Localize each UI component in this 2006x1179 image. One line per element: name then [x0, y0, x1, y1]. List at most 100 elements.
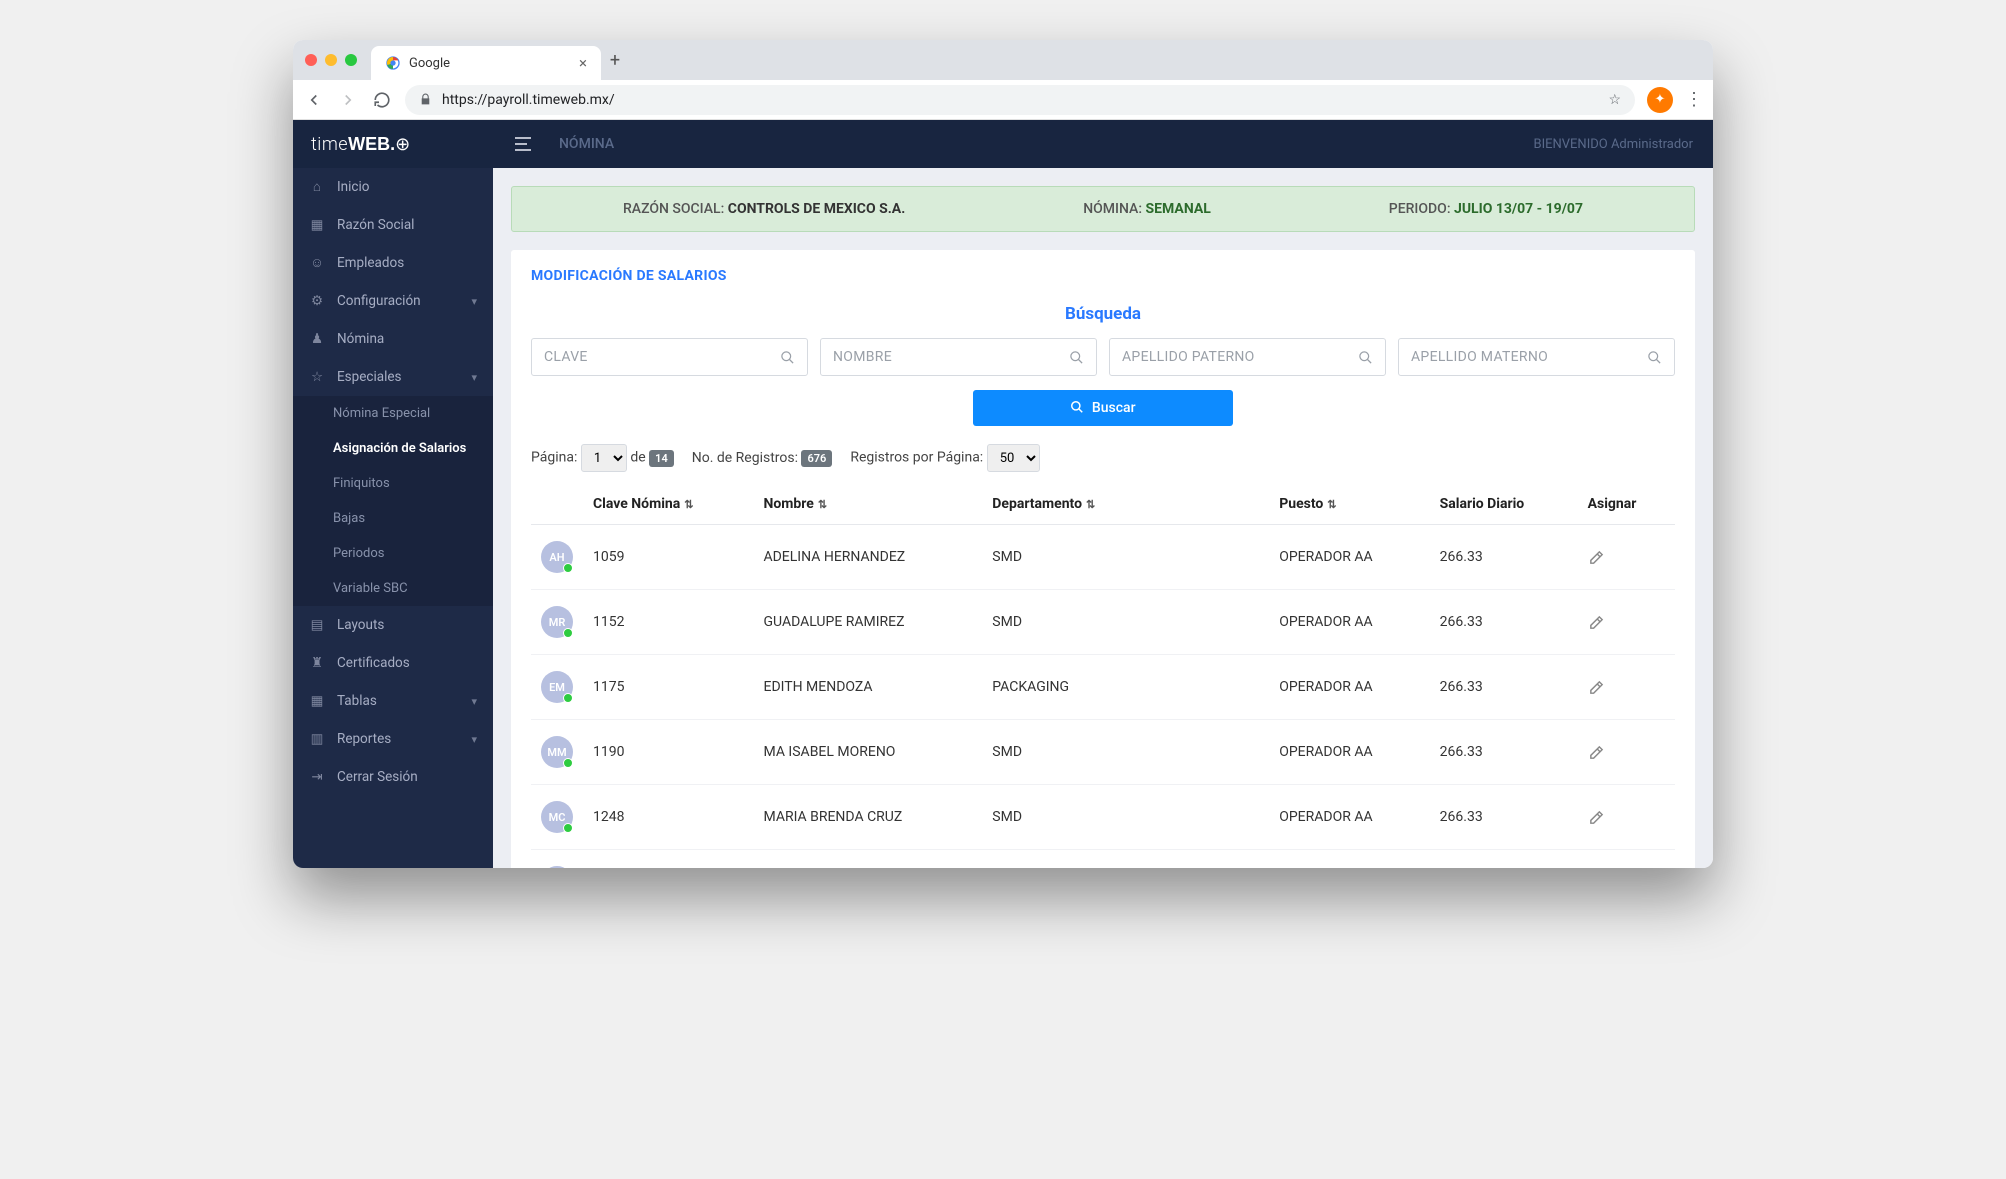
col-nombre[interactable]: Nombre⇅ [753, 484, 982, 525]
pagination-controls: Página: 1 de 14 No. de Registros: 676 Re… [531, 444, 1675, 472]
close-window-button[interactable] [305, 54, 317, 66]
banner-nomina-label: NÓMINA: [1083, 201, 1142, 217]
col-puesto[interactable]: Puesto⇅ [1269, 484, 1429, 525]
sidebar-item-inicio[interactable]: ⌂Inicio [293, 168, 493, 206]
breadcrumb: NÓMINA [559, 136, 614, 152]
search-materno-input[interactable] [1411, 349, 1647, 365]
sidebar-item-tablas[interactable]: ▦Tablas▾ [293, 682, 493, 720]
banner-nomina-value[interactable]: SEMANAL [1146, 201, 1211, 217]
search-nombre-wrap [820, 338, 1097, 376]
cell-depto: SMD [982, 720, 1269, 785]
search-title: Búsqueda [531, 304, 1675, 324]
edit-icon[interactable] [1588, 614, 1665, 631]
new-tab-button[interactable]: + [601, 50, 629, 71]
minimize-window-button[interactable] [325, 54, 337, 66]
search-paterno-input[interactable] [1122, 349, 1358, 365]
col-depto[interactable]: Departamento⇅ [982, 484, 1269, 525]
google-favicon-icon [385, 55, 401, 71]
logout-icon: ⇥ [309, 769, 325, 785]
url-text: https://payroll.timeweb.mx/ [442, 92, 615, 108]
sidebar-item-razon-social[interactable]: ▦Razón Social [293, 206, 493, 244]
search-icon[interactable] [1358, 350, 1373, 365]
sidebar-item-configuracion[interactable]: ⚙Configuración▾ [293, 282, 493, 320]
cell-clave: 1190 [583, 720, 753, 785]
col-clave[interactable]: Clave Nómina⇅ [583, 484, 753, 525]
search-icon[interactable] [1069, 350, 1084, 365]
de-label: de [630, 450, 645, 466]
bookmark-icon[interactable]: ☆ [1608, 92, 1621, 108]
tab-title: Google [409, 56, 450, 71]
sidebar-item-layouts[interactable]: ▤Layouts [293, 606, 493, 644]
total-pages-badge: 14 [649, 450, 674, 467]
col-asignar: Asignar [1578, 484, 1675, 525]
sort-icon: ⇅ [1086, 498, 1095, 511]
welcome-text: BIENVENIDO Administrador [1533, 137, 1693, 152]
report-icon: ▥ [309, 731, 325, 747]
sidebar-sub-nomina-especial[interactable]: Nómina Especial [293, 396, 493, 431]
browser-menu-icon[interactable]: ⋮ [1685, 89, 1703, 110]
search-icon[interactable] [1647, 350, 1662, 365]
sidebar-item-reportes[interactable]: ▥Reportes▾ [293, 720, 493, 758]
cell-depto: TESTING & FINAL ASSEMBLY [982, 850, 1269, 869]
sidebar-item-cerrar-sesion[interactable]: ⇥Cerrar Sesión [293, 758, 493, 796]
avatar: MC [541, 801, 573, 833]
avatar: AH [541, 541, 573, 573]
table-row: MC1248MARIA BRENDA CRUZSMDOPERADOR AA266… [531, 785, 1675, 850]
cell-clave: 1175 [583, 655, 753, 720]
cell-salario: 266.33 [1430, 655, 1578, 720]
sidebar-item-especiales[interactable]: ☆Especiales▾ [293, 358, 493, 396]
lock-icon [419, 93, 432, 106]
search-icon[interactable] [780, 350, 795, 365]
search-clave-input[interactable] [544, 349, 780, 365]
edit-icon[interactable] [1588, 744, 1665, 761]
browser-tab[interactable]: Google × [371, 46, 601, 80]
extension-badge[interactable]: ✦ [1647, 87, 1673, 113]
cell-salario: 266.33 [1430, 850, 1578, 869]
page-select[interactable]: 1 [581, 444, 627, 472]
per-page-select[interactable]: 50 [987, 444, 1040, 472]
cell-nombre: MARIA MAGDALENA [753, 850, 982, 869]
cell-nombre: EDITH MENDOZA [753, 655, 982, 720]
chevron-down-icon: ▾ [471, 733, 477, 746]
sidebar-sub-asignacion-salarios[interactable]: Asignación de Salarios [293, 431, 493, 466]
main-content: RAZÓN SOCIAL: CONTROLS DE MEXICO S.A. NÓ… [493, 168, 1713, 868]
search-nombre-input[interactable] [833, 349, 1069, 365]
sidebar-item-certificados[interactable]: ♜Certificados [293, 644, 493, 682]
banner-periodo-label: PERIODO: [1389, 201, 1451, 217]
layout-icon: ▤ [309, 617, 325, 633]
sidebar-sub-variable-sbc[interactable]: Variable SBC [293, 571, 493, 606]
banner-periodo-value[interactable]: JULIO 13/07 - 19/07 [1454, 201, 1583, 217]
sidebar: ⌂Inicio ▦Razón Social ☺Empleados ⚙Config… [293, 168, 493, 868]
nav-back-button[interactable] [303, 89, 325, 111]
cell-puesto: OPERADOR AA [1269, 720, 1429, 785]
edit-icon[interactable] [1588, 809, 1665, 826]
sidebar-toggle-button[interactable] [515, 137, 531, 151]
maximize-window-button[interactable] [345, 54, 357, 66]
sidebar-sub-periodos[interactable]: Periodos [293, 536, 493, 571]
nav-forward-button[interactable] [337, 89, 359, 111]
search-clave-wrap [531, 338, 808, 376]
table-icon: ▦ [309, 693, 325, 709]
salaries-table: Clave Nómina⇅ Nombre⇅ Departamento⇅ Pues… [531, 484, 1675, 868]
avatar: MM [541, 736, 573, 768]
cell-nombre: ADELINA HERNANDEZ [753, 525, 982, 590]
chevron-down-icon: ▾ [471, 695, 477, 708]
sidebar-sub-bajas[interactable]: Bajas [293, 501, 493, 536]
close-tab-icon[interactable]: × [579, 54, 587, 72]
url-bar[interactable]: https://payroll.timeweb.mx/ ☆ [405, 85, 1635, 115]
search-button[interactable]: Buscar [973, 390, 1233, 426]
building-icon: ▦ [309, 217, 325, 233]
app-logo: timeWEB.⊕ [293, 134, 493, 155]
sidebar-item-nomina[interactable]: ♟Nómina [293, 320, 493, 358]
cell-depto: SMD [982, 525, 1269, 590]
edit-icon[interactable] [1588, 679, 1665, 696]
registros-label: No. de Registros: [692, 450, 798, 466]
sidebar-item-empleados[interactable]: ☺Empleados [293, 244, 493, 282]
edit-icon[interactable] [1588, 549, 1665, 566]
cell-puesto: OPERADOR AA [1269, 850, 1429, 869]
sidebar-sub-finiquitos[interactable]: Finiquitos [293, 466, 493, 501]
table-row: MR1152GUADALUPE RAMIREZSMDOPERADOR AA266… [531, 590, 1675, 655]
nav-reload-button[interactable] [371, 89, 393, 111]
user-icon: ♟ [309, 331, 325, 347]
search-paterno-wrap [1109, 338, 1386, 376]
